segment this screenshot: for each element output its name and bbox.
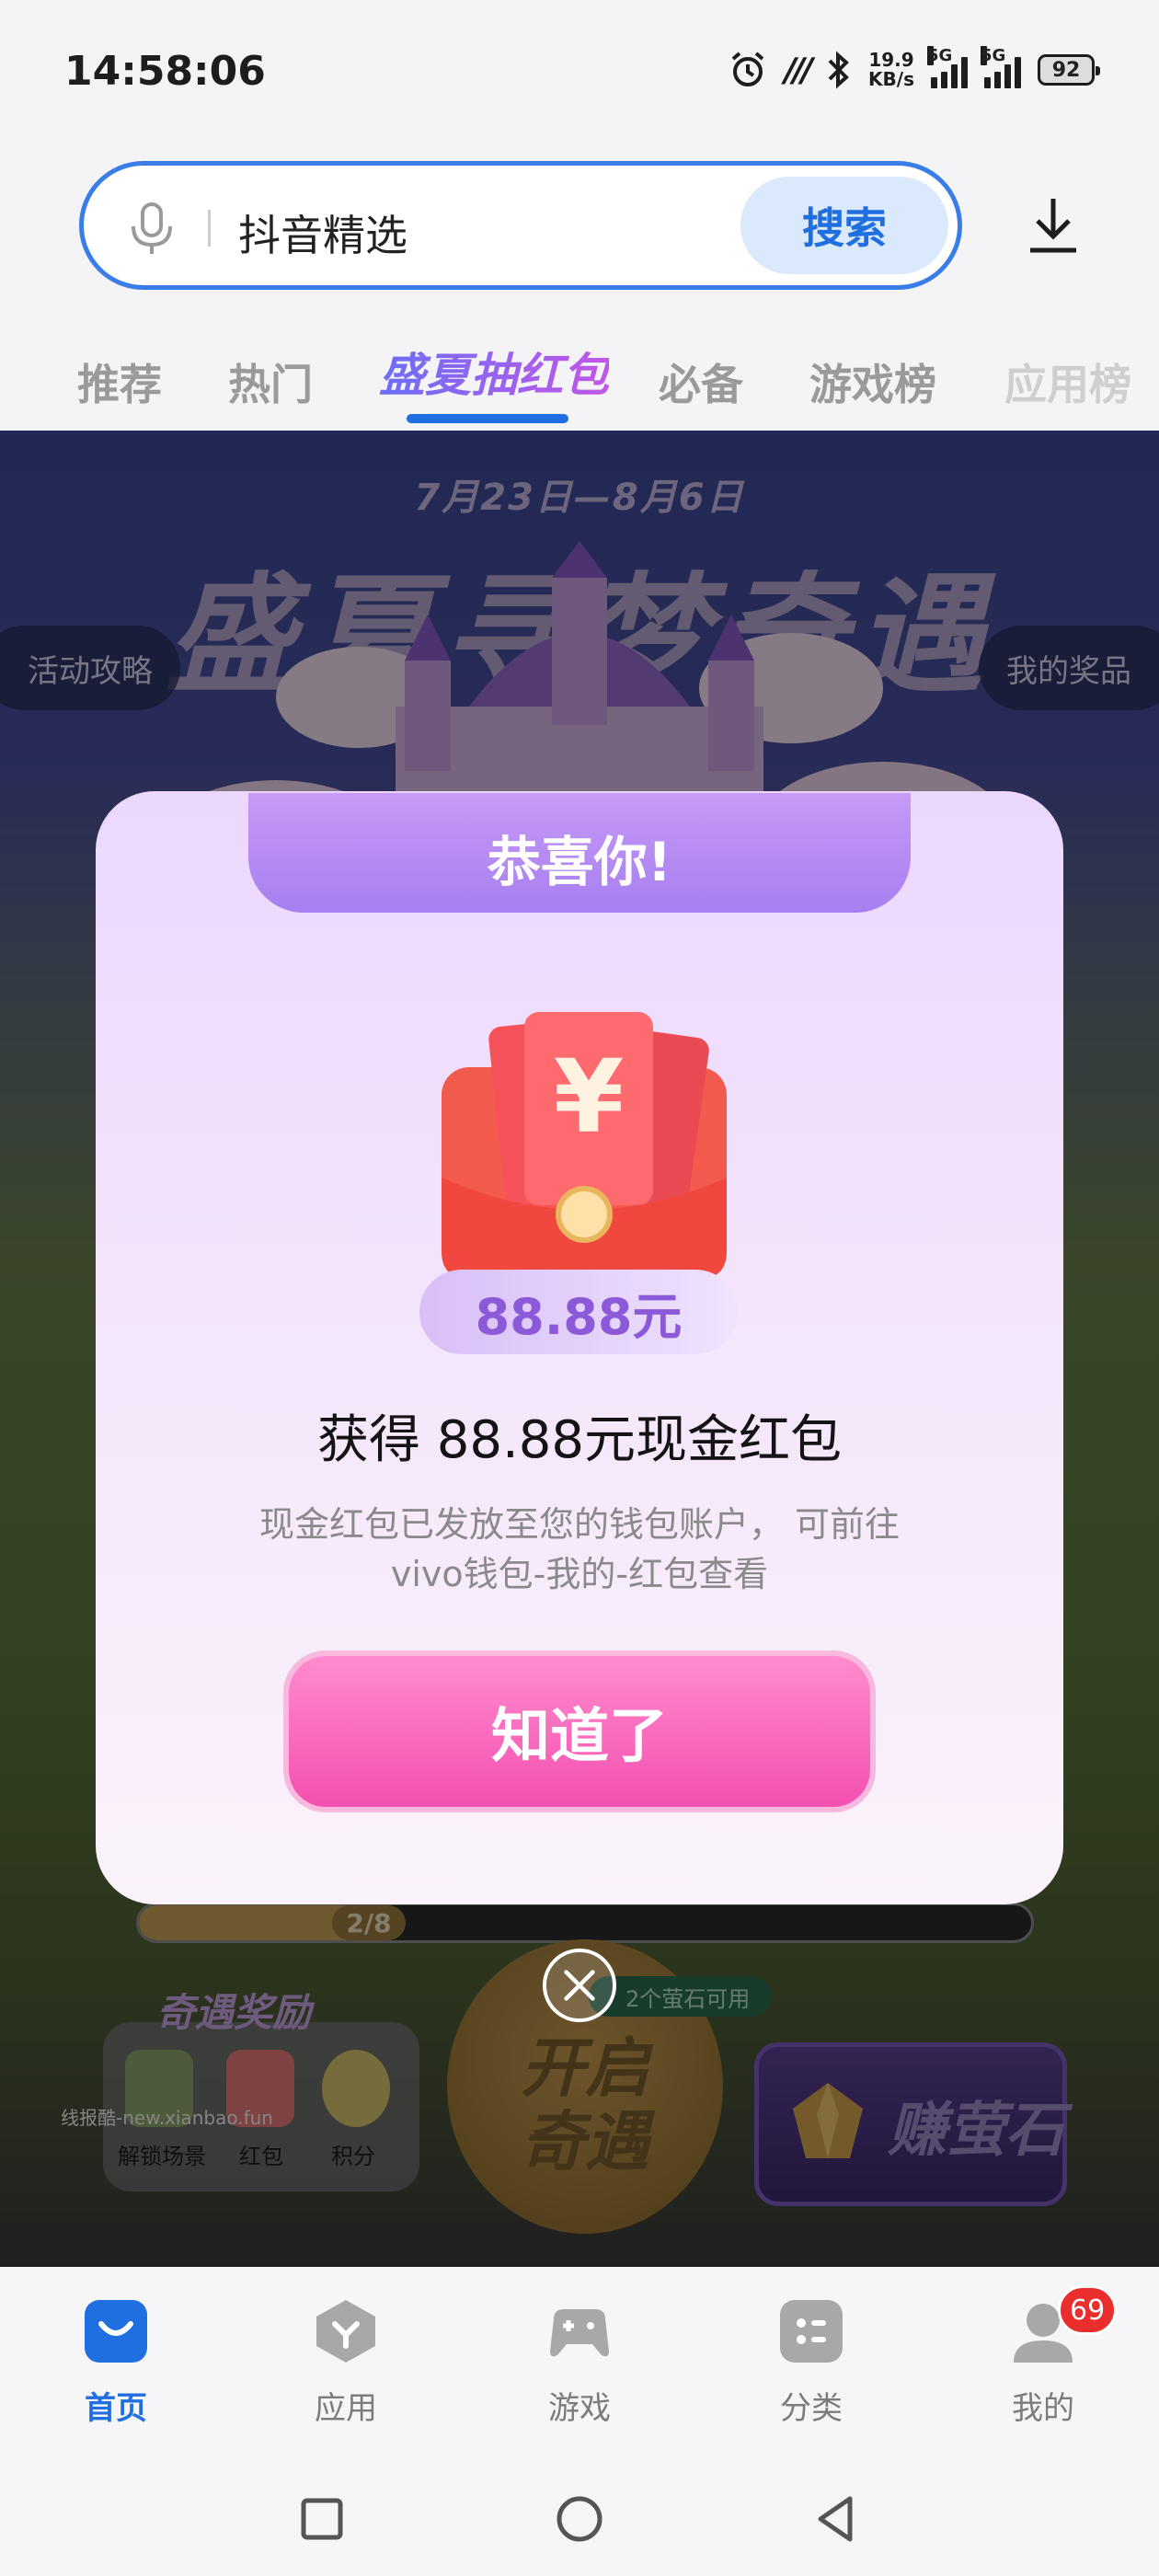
bottom-navigation: 首页 应用 游戏 分类 69 我的 bbox=[0, 2267, 1159, 2469]
alarm-icon bbox=[731, 52, 763, 86]
network-type-1: 5G bbox=[927, 46, 953, 65]
nav-home-label: 首页 bbox=[85, 2390, 147, 2427]
speed-unit: KB/s bbox=[868, 68, 914, 90]
category-tabs: 推荐 热门 盛夏抽红包 必备 游戏榜 应用榜 bbox=[0, 331, 1159, 432]
gamepad-icon bbox=[550, 2309, 609, 2357]
microphone-icon[interactable] bbox=[125, 201, 178, 256]
reward-amount: 88.88元 bbox=[419, 1270, 738, 1354]
tab-game-rank[interactable]: 游戏榜 bbox=[809, 351, 936, 412]
tab-recommend[interactable]: 推荐 bbox=[77, 351, 162, 412]
nav-games[interactable]: 游戏 bbox=[506, 2296, 653, 2428]
nav-category-label: 分类 bbox=[780, 2390, 843, 2427]
got-it-button[interactable]: 知道了 bbox=[289, 1656, 870, 1807]
description-line-2: vivo钱包-我的-红包查看 bbox=[390, 1554, 769, 1594]
signal-icon-2: 5G bbox=[981, 46, 1021, 88]
status-bar: 14:58:06 /// 19.9 KB/s 5G 5G 92 bbox=[0, 0, 1159, 152]
nav-apps-label: 应用 bbox=[315, 2390, 377, 2427]
search-bar[interactable]: 抖音精选 搜索 bbox=[79, 161, 962, 290]
speed-value: 19.9 bbox=[868, 49, 914, 71]
tab-summer-red-packet[interactable]: 盛夏抽红包 bbox=[379, 339, 609, 405]
tab-essential[interactable]: 必备 bbox=[659, 351, 743, 412]
reward-title-text: 获得 88.88元现金红包 bbox=[316, 1410, 843, 1470]
reward-description: 现金红包已发放至您的钱包账户， 可前往 vivo钱包-我的-红包查看 bbox=[96, 1500, 1063, 1599]
notification-badge: 69 bbox=[1058, 2285, 1118, 2335]
network-speed: 19.9 KB/s bbox=[868, 51, 914, 89]
apps-icon bbox=[316, 2300, 375, 2363]
category-icon bbox=[780, 2300, 843, 2363]
recents-icon[interactable] bbox=[294, 2491, 350, 2547]
nav-category[interactable]: 分类 bbox=[738, 2296, 885, 2428]
home-bag-icon bbox=[85, 2300, 147, 2363]
close-icon[interactable] bbox=[543, 1949, 616, 2022]
svg-text:¥: ¥ bbox=[554, 1038, 625, 1156]
nav-games-label: 游戏 bbox=[548, 2390, 611, 2427]
search-input[interactable]: 抖音精选 bbox=[238, 202, 407, 263]
status-icons: /// 19.9 KB/s 5G 5G 92 bbox=[728, 46, 1100, 90]
search-divider bbox=[208, 210, 211, 247]
tab-hot[interactable]: 热门 bbox=[228, 351, 313, 412]
nav-profile-label: 我的 bbox=[1012, 2390, 1074, 2427]
back-icon[interactable] bbox=[809, 2491, 865, 2547]
signal-icon-1: 5G bbox=[927, 46, 968, 88]
description-line-1: 现金红包已发放至您的钱包账户， 可前往 bbox=[258, 1504, 901, 1545]
battery-icon: 92 bbox=[1038, 54, 1100, 86]
nav-profile[interactable]: 69 我的 bbox=[970, 2285, 1118, 2428]
download-icon[interactable] bbox=[1027, 195, 1080, 256]
dialog-header: 恭喜你! bbox=[487, 831, 672, 893]
bluetooth-icon bbox=[828, 51, 849, 89]
search-button[interactable]: 搜索 bbox=[740, 177, 948, 274]
red-envelope-icon: ¥ bbox=[442, 1012, 727, 1279]
system-navigation bbox=[0, 2469, 1159, 2576]
home-icon[interactable] bbox=[552, 2491, 607, 2547]
tab-indicator bbox=[407, 414, 568, 423]
nav-apps[interactable]: 应用 bbox=[272, 2296, 419, 2428]
network-type-2: 5G bbox=[981, 46, 1006, 65]
status-time: 14:58:06 bbox=[64, 48, 266, 95]
nav-home[interactable]: 首页 bbox=[42, 2296, 189, 2428]
nfc-icon: /// bbox=[784, 51, 814, 89]
tab-app-rank[interactable]: 应用榜 bbox=[1004, 351, 1131, 412]
